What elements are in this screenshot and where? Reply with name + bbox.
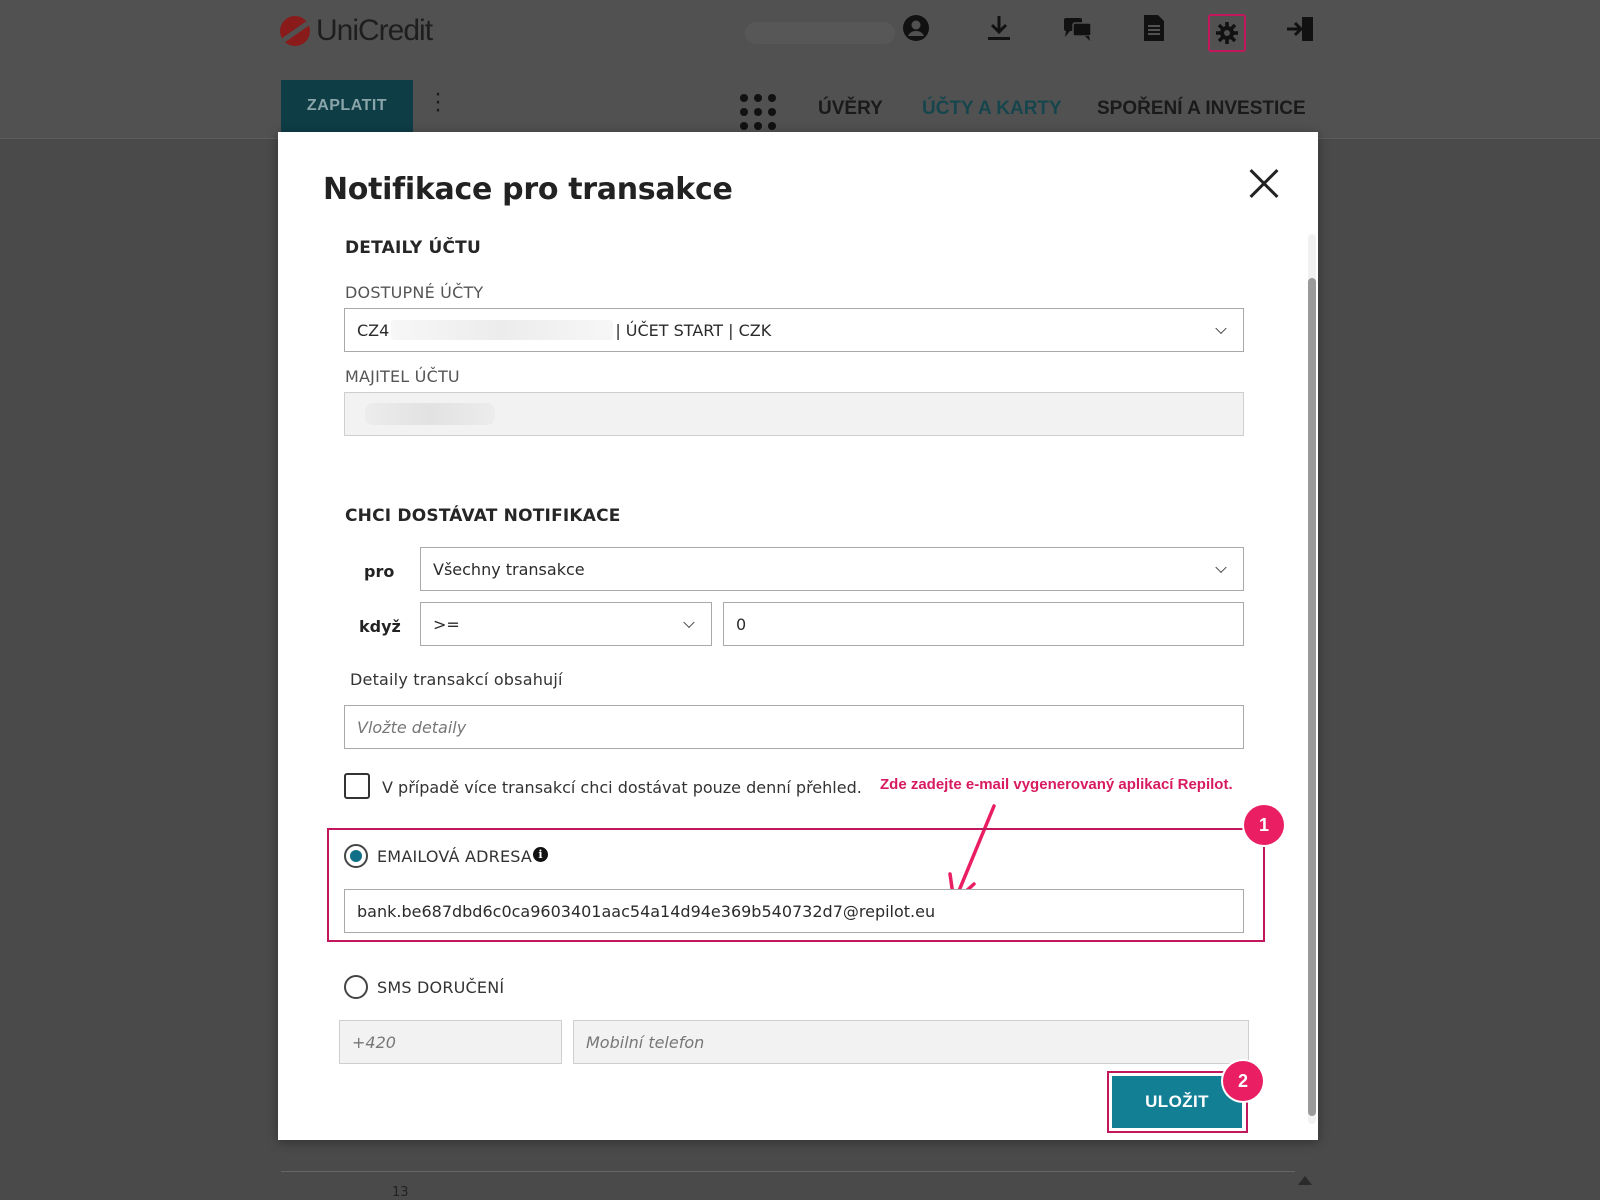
step-badge-1: 1: [1244, 805, 1284, 845]
phone-prefix-input[interactable]: +420: [339, 1020, 562, 1064]
amount-value: 0: [736, 614, 747, 634]
scrollbar-thumb[interactable]: [1308, 278, 1316, 1116]
more-options-icon[interactable]: · · ·: [432, 85, 444, 123]
table-divider: [281, 1171, 1295, 1172]
document-icon[interactable]: [1135, 14, 1173, 52]
mobile-phone-placeholder: Mobilní telefon: [586, 1032, 705, 1052]
nav-loans[interactable]: ÚVĚRY: [818, 98, 883, 120]
operator-value: >=: [433, 614, 460, 634]
chevron-down-icon: [1215, 322, 1227, 335]
modal-title: Notifikace pro transakce: [323, 172, 733, 207]
blurred-owner-name: [365, 403, 495, 425]
account-suffix: | ÚČET START | CZK: [615, 320, 772, 340]
info-icon[interactable]: i: [533, 847, 548, 862]
when-label: když: [359, 617, 401, 636]
details-placeholder: Vložte detaily: [357, 717, 467, 737]
table-row-date: 13: [392, 1185, 409, 1200]
brand-logo[interactable]: UniCredit: [280, 14, 433, 48]
close-icon[interactable]: [1248, 168, 1280, 200]
app-header: UniCredit ZAPLATIT · · · ÚVĚRY ÚČTY A KART…: [0, 0, 1600, 139]
account-select[interactable]: CZ4 | ÚČET START | CZK: [344, 308, 1244, 352]
modal-scrollbar[interactable]: [1308, 234, 1316, 1124]
logout-icon[interactable]: [1281, 14, 1319, 52]
operator-select[interactable]: >=: [420, 602, 712, 646]
download-icon[interactable]: [980, 14, 1018, 52]
email-input[interactable]: bank.be687dbd6c0ca9603401aac54a14d94e369…: [344, 889, 1244, 933]
account-details-heading: DETAILY ÚČTU: [345, 238, 481, 258]
user-icon[interactable]: [897, 14, 935, 52]
transaction-type-select[interactable]: Všechny transakce: [420, 547, 1244, 591]
apps-grid-icon[interactable]: [740, 94, 776, 130]
mobile-phone-input[interactable]: Mobilní telefon: [573, 1020, 1249, 1064]
sms-label: SMS DORUČENÍ: [377, 978, 505, 997]
email-hint-annotation: Zde zadejte e-mail vygenerovaný aplikací…: [880, 776, 1233, 793]
details-input[interactable]: Vložte detaily: [344, 705, 1244, 749]
daily-summary-label: V případě více transakcí chci dostávat p…: [382, 778, 862, 797]
settings-icon[interactable]: [1208, 14, 1246, 52]
notifications-heading: CHCI DOSTÁVAT NOTIFIKACE: [345, 506, 621, 526]
blurred-account-number: [391, 320, 614, 340]
email-radio[interactable]: [344, 844, 368, 868]
account-prefix: CZ4: [357, 320, 390, 340]
step-badge-2: 2: [1223, 1061, 1263, 1101]
unicredit-logo-icon: [280, 16, 310, 46]
nav-accounts-cards[interactable]: ÚČTY A KARTY: [922, 98, 1062, 120]
chevron-down-icon: [683, 616, 695, 629]
available-accounts-label: DOSTUPNÉ ÚČTY: [345, 283, 484, 302]
chat-icon[interactable]: [1059, 14, 1097, 52]
details-label: Detaily transakcí obsahují: [350, 670, 563, 689]
account-owner-field: [344, 392, 1244, 436]
account-owner-label: MAJITEL ÚČTU: [345, 367, 460, 386]
phone-prefix-placeholder: +420: [352, 1032, 396, 1052]
for-label: pro: [364, 562, 395, 581]
blurred-user-name: [745, 22, 895, 44]
scroll-up-icon[interactable]: [1298, 1176, 1312, 1185]
email-label: EMAILOVÁ ADRESA: [377, 847, 533, 866]
amount-input[interactable]: 0: [723, 602, 1244, 646]
nav-savings-investments[interactable]: SPOŘENÍ A INVESTICE: [1097, 98, 1306, 120]
email-value: bank.be687dbd6c0ca9603401aac54a14d94e369…: [357, 901, 936, 921]
daily-summary-checkbox[interactable]: [344, 773, 370, 799]
pay-button[interactable]: ZAPLATIT: [281, 80, 413, 132]
brand-name: UniCredit: [316, 14, 433, 47]
sms-radio[interactable]: [344, 975, 368, 999]
transaction-type-value: Všechny transakce: [433, 559, 585, 579]
chevron-down-icon: [1215, 561, 1227, 574]
